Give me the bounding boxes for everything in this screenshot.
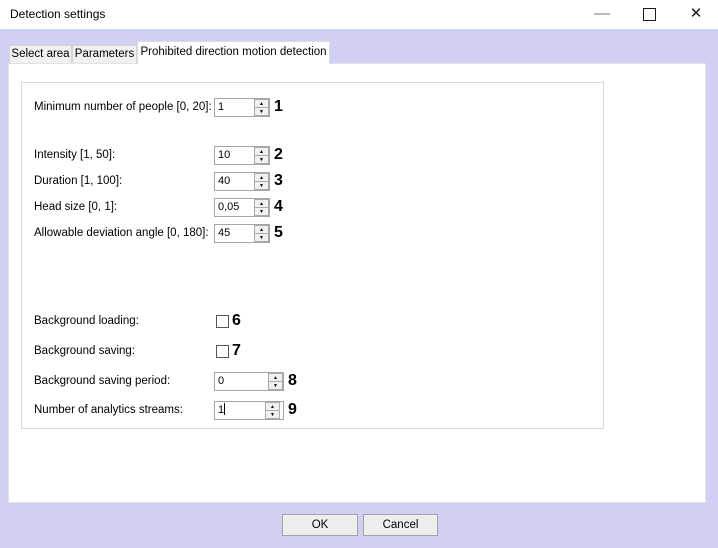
spin-down-icon[interactable]: ▼ bbox=[254, 181, 269, 190]
spin-buttons: ▲ ▼ bbox=[254, 198, 269, 216]
tab-page: Minimum number of people [0, 20]: 1 ▲ ▼ … bbox=[8, 63, 706, 503]
background-saving-period-label: Background saving period: bbox=[34, 375, 171, 387]
text-caret bbox=[224, 402, 226, 415]
minimum-people-label: Minimum number of people [0, 20]: bbox=[34, 101, 212, 113]
spinner-value: 40 bbox=[218, 174, 231, 187]
annotation-2: 2 bbox=[274, 146, 283, 163]
spin-down-icon[interactable]: ▼ bbox=[254, 207, 269, 216]
background-saving-row: Background saving: 7 bbox=[34, 341, 241, 361]
spin-up-icon[interactable]: ▲ bbox=[254, 146, 269, 155]
minimize-icon[interactable] bbox=[594, 13, 610, 16]
spin-up-icon[interactable]: ▲ bbox=[254, 98, 269, 107]
spin-up-icon[interactable]: ▲ bbox=[268, 372, 283, 381]
intensity-spinner[interactable]: 10 ▲ ▼ bbox=[214, 145, 270, 165]
background-saving-period-spinner[interactable]: 0 ▲ ▼ bbox=[214, 371, 284, 391]
spin-up-icon[interactable]: ▲ bbox=[254, 198, 269, 207]
duration-spinner[interactable]: 40 ▲ ▼ bbox=[214, 171, 270, 191]
annotation-4: 4 bbox=[274, 198, 283, 215]
spin-down-icon[interactable]: ▼ bbox=[254, 233, 269, 242]
head-size-spinner[interactable]: 0,05 ▲ ▼ bbox=[214, 197, 270, 217]
spinner-value: 1 bbox=[218, 402, 226, 416]
background-saving-period-row: Background saving period: 0 ▲ ▼ 8 bbox=[34, 371, 297, 391]
annotation-3: 3 bbox=[274, 172, 283, 189]
duration-row: Duration [1, 100]: 40 ▲ ▼ 3 bbox=[34, 171, 283, 191]
detection-settings-dialog: Detection settings ✕ Select area Paramet… bbox=[0, 0, 718, 548]
deviation-angle-row: Allowable deviation angle [0, 180]: 45 ▲… bbox=[34, 223, 283, 243]
head-size-row: Head size [0, 1]: 0,05 ▲ ▼ 4 bbox=[34, 197, 283, 217]
tab-prohibited-direction-motion-detection[interactable]: Prohibited direction motion detection bbox=[137, 41, 330, 64]
spin-up-icon[interactable]: ▲ bbox=[254, 224, 269, 233]
window-title: Detection settings bbox=[10, 7, 106, 21]
maximize-icon[interactable] bbox=[643, 8, 656, 21]
annotation-6: 6 bbox=[232, 312, 241, 329]
annotation-8: 8 bbox=[288, 372, 297, 389]
spin-up-icon[interactable]: ▲ bbox=[265, 401, 280, 410]
spinner-value: 10 bbox=[218, 148, 231, 161]
tab-parameters[interactable]: Parameters bbox=[72, 45, 137, 63]
background-loading-row: Background loading: 6 bbox=[34, 311, 241, 331]
analytics-streams-spinner[interactable]: 1 ▲ ▼ bbox=[214, 400, 284, 420]
titlebar: Detection settings ✕ bbox=[0, 0, 718, 29]
annotation-1: 1 bbox=[274, 98, 283, 115]
tab-select-area[interactable]: Select area bbox=[9, 45, 72, 63]
deviation-angle-spinner[interactable]: 45 ▲ ▼ bbox=[214, 223, 270, 243]
intensity-label: Intensity [1, 50]: bbox=[34, 149, 116, 161]
spin-buttons: ▲ ▼ bbox=[254, 172, 269, 190]
spin-down-icon[interactable]: ▼ bbox=[254, 155, 269, 164]
spin-up-icon[interactable]: ▲ bbox=[254, 172, 269, 181]
background-loading-label: Background loading: bbox=[34, 315, 139, 327]
spin-buttons: ▲ ▼ bbox=[265, 401, 280, 419]
duration-label: Duration [1, 100]: bbox=[34, 175, 123, 187]
annotation-7: 7 bbox=[232, 342, 241, 359]
ok-button[interactable]: OK bbox=[282, 514, 358, 536]
analytics-streams-row: Number of analytics streams: 1 ▲ ▼ 9 bbox=[34, 400, 297, 420]
background-saving-label: Background saving: bbox=[34, 345, 136, 357]
settings-groupbox: Minimum number of people [0, 20]: 1 ▲ ▼ … bbox=[21, 82, 604, 429]
intensity-row: Intensity [1, 50]: 10 ▲ ▼ 2 bbox=[34, 145, 283, 165]
spin-buttons: ▲ ▼ bbox=[268, 372, 283, 390]
background-loading-checkbox[interactable] bbox=[216, 314, 229, 328]
spin-down-icon[interactable]: ▼ bbox=[265, 410, 280, 419]
spin-down-icon[interactable]: ▼ bbox=[268, 381, 283, 390]
analytics-streams-label: Number of analytics streams: bbox=[34, 404, 183, 416]
spinner-value: 1 bbox=[218, 100, 225, 113]
spinner-value: 0 bbox=[218, 374, 225, 387]
cancel-button[interactable]: Cancel bbox=[363, 514, 438, 536]
deviation-angle-label: Allowable deviation angle [0, 180]: bbox=[34, 227, 209, 239]
spin-buttons: ▲ ▼ bbox=[254, 224, 269, 242]
spin-buttons: ▲ ▼ bbox=[254, 146, 269, 164]
spinner-value: 0,05 bbox=[218, 200, 240, 213]
head-size-label: Head size [0, 1]: bbox=[34, 201, 118, 213]
annotation-9: 9 bbox=[288, 401, 297, 418]
minimum-people-spinner[interactable]: 1 ▲ ▼ bbox=[214, 97, 270, 117]
annotation-5: 5 bbox=[274, 224, 283, 241]
close-icon[interactable]: ✕ bbox=[686, 4, 706, 24]
spin-buttons: ▲ ▼ bbox=[254, 98, 269, 116]
spin-down-icon[interactable]: ▼ bbox=[254, 107, 269, 116]
spinner-value: 45 bbox=[218, 226, 231, 239]
minimum-people-row: Minimum number of people [0, 20]: 1 ▲ ▼ … bbox=[34, 97, 283, 117]
background-saving-checkbox[interactable] bbox=[216, 344, 229, 358]
